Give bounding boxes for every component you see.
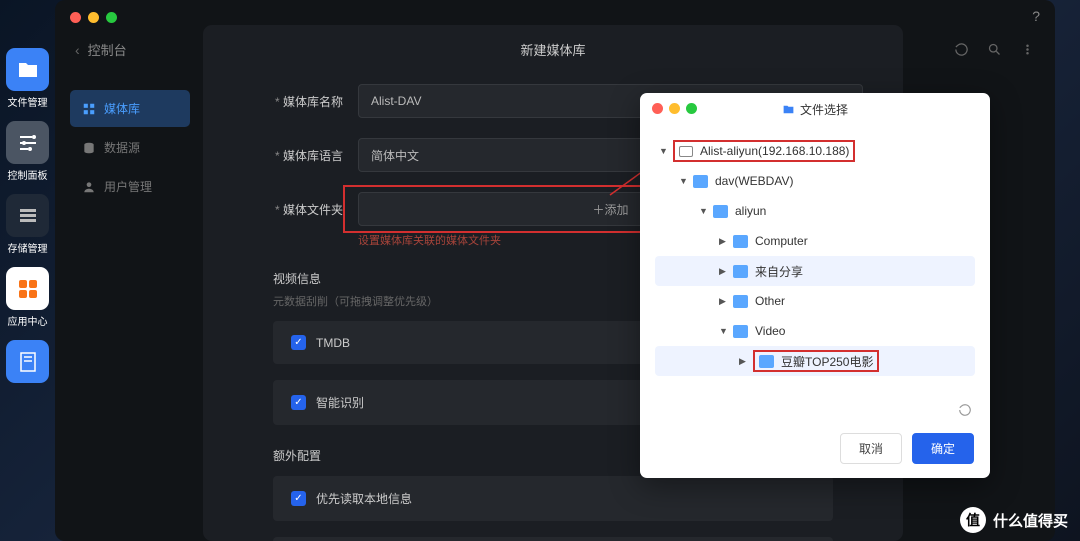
tree-label: Other <box>755 294 785 308</box>
caret-icon[interactable] <box>719 266 729 277</box>
window-controls[interactable] <box>70 12 117 23</box>
sidebar-item-media[interactable]: 媒体库 <box>70 90 190 127</box>
local-row[interactable]: ✓ 优先读取本地信息 <box>273 476 833 521</box>
tree-label: Computer <box>755 234 808 248</box>
dock-label: 控制面板 <box>8 171 48 182</box>
collection-row[interactable]: ✓ 自动添加到合集 <box>273 537 833 541</box>
dock-storage[interactable]: 存储管理 <box>6 194 49 255</box>
minimize-icon[interactable] <box>669 103 680 114</box>
tree-label: Video <box>755 324 785 338</box>
tree-item[interactable]: Computer <box>655 226 975 256</box>
file-picker-dialog: 文件选择 Alist-aliyun(192.168.10.188)dav(WEB… <box>640 93 990 478</box>
dock-label: 文件管理 <box>8 98 48 109</box>
folder-icon <box>733 235 748 248</box>
tree-label: Alist-aliyun(192.168.10.188) <box>700 144 849 158</box>
maximize-icon[interactable] <box>106 12 117 23</box>
caret-icon[interactable] <box>739 356 749 367</box>
sidebar-item-datasource[interactable]: 数据源 <box>70 129 190 166</box>
minimize-icon[interactable] <box>88 12 99 23</box>
caret-icon[interactable] <box>719 236 729 247</box>
breadcrumb[interactable]: 控制台 <box>88 40 127 59</box>
folder-icon <box>733 295 748 308</box>
lang-label: 媒体库语言 <box>243 147 358 164</box>
caret-icon[interactable] <box>719 296 729 307</box>
tree-item[interactable]: Other <box>655 286 975 316</box>
checkbox-icon[interactable]: ✓ <box>291 335 306 350</box>
dock-label: 存储管理 <box>8 244 48 255</box>
tree-item[interactable]: dav(WEBDAV) <box>655 166 975 196</box>
modal-title: 新建媒体库 <box>203 25 903 84</box>
close-icon[interactable] <box>70 12 81 23</box>
tree-item[interactable]: Video <box>655 316 975 346</box>
back-icon[interactable]: ‹ <box>75 42 80 58</box>
ok-button[interactable]: 确定 <box>912 433 974 464</box>
tree-item[interactable]: aliyun <box>655 196 975 226</box>
folder-icon <box>759 355 774 368</box>
picker-window-controls[interactable] <box>652 103 697 114</box>
server-icon <box>679 146 693 157</box>
dock-notes[interactable] <box>6 340 49 386</box>
watermark: 值 什么值得买 <box>960 507 1068 533</box>
checkbox-icon[interactable]: ✓ <box>291 395 306 410</box>
tree-item[interactable]: Alist-aliyun(192.168.10.188) <box>655 136 975 166</box>
maximize-icon[interactable] <box>686 103 697 114</box>
sidebar-label: 媒体库 <box>104 100 140 117</box>
name-label: 媒体库名称 <box>243 93 358 110</box>
refresh-icon[interactable] <box>954 42 969 62</box>
caret-icon[interactable] <box>679 176 689 186</box>
tree-label: 来自分享 <box>755 263 803 280</box>
close-icon[interactable] <box>652 103 663 114</box>
tree-label: aliyun <box>735 204 766 218</box>
dock-app-center[interactable]: 应用中心 <box>6 267 49 328</box>
sidebar-label: 数据源 <box>104 139 140 156</box>
folder-icon <box>733 265 748 278</box>
refresh-icon[interactable] <box>958 403 972 422</box>
checkbox-icon[interactable]: ✓ <box>291 491 306 506</box>
sidebar-label: 用户管理 <box>104 178 152 195</box>
dock-control-panel[interactable]: 控制面板 <box>6 121 49 182</box>
folder-icon <box>713 205 728 218</box>
sidebar-item-users[interactable]: 用户管理 <box>70 168 190 205</box>
folder-icon <box>733 325 748 338</box>
menu-icon[interactable] <box>1020 42 1035 62</box>
caret-icon[interactable] <box>659 146 669 156</box>
tree-label: dav(WEBDAV) <box>715 174 793 188</box>
folder-label: 媒体文件夹 <box>243 201 358 218</box>
tree-item[interactable]: 来自分享 <box>655 256 975 286</box>
search-icon[interactable] <box>987 42 1002 62</box>
tree-label: 豆瓣TOP250电影 <box>781 353 873 370</box>
tree-item[interactable]: 豆瓣TOP250电影 <box>655 346 975 376</box>
cancel-button[interactable]: 取消 <box>840 433 902 464</box>
dock-label: 应用中心 <box>8 317 48 328</box>
caret-icon[interactable] <box>699 206 709 216</box>
help-icon[interactable]: ? <box>1032 8 1040 24</box>
dock-file-manager[interactable]: 文件管理 <box>6 48 49 109</box>
folder-icon <box>693 175 708 188</box>
caret-icon[interactable] <box>719 326 729 336</box>
